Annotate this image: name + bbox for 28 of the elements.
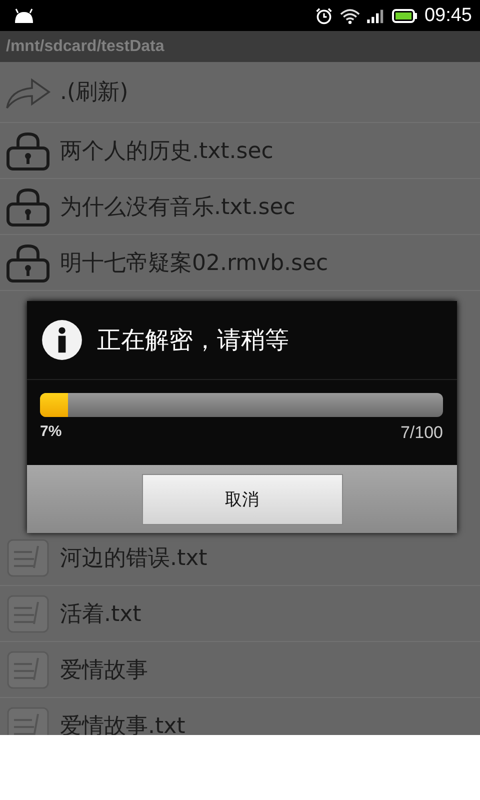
- lock-icon: [4, 130, 52, 170]
- folder-path: /mnt/sdcard/testData: [6, 38, 164, 56]
- battery-icon: [392, 8, 418, 24]
- file-row[interactable]: 河边的错误.txt: [0, 530, 480, 586]
- file-row[interactable]: 活着.txt: [0, 586, 480, 642]
- progress-count: 7/100: [400, 423, 443, 443]
- lock-icon: [4, 242, 52, 282]
- file-row[interactable]: 为什么没有音乐.txt.sec: [0, 179, 480, 235]
- file-name: 两个人的历史.txt.sec: [60, 138, 274, 166]
- file-name: 河边的错误.txt: [60, 544, 208, 572]
- file-row[interactable]: .(刷新): [0, 62, 480, 123]
- file-name: 活着.txt: [60, 600, 142, 628]
- file-row[interactable]: 明十七帝疑案02.rmvb.sec: [0, 235, 480, 291]
- file-name: .(刷新): [60, 79, 128, 107]
- alarm-icon: [314, 6, 334, 24]
- cancel-button[interactable]: 取消: [142, 474, 342, 524]
- android-icon: [12, 8, 36, 24]
- file-name: 爱情故事: [60, 656, 148, 684]
- lock-icon: [4, 186, 52, 226]
- clock-time: 09:45: [424, 4, 472, 26]
- file-name: 明十七帝疑案02.rmvb.sec: [60, 250, 328, 278]
- file-name: 为什么没有音乐.txt.sec: [60, 194, 296, 222]
- info-icon: [41, 319, 83, 361]
- file-row[interactable]: 爱情故事: [0, 642, 480, 698]
- wifi-icon: [340, 6, 360, 24]
- dialog-title: 正在解密，请稍等: [97, 325, 289, 356]
- progress-percent: 7%: [40, 423, 62, 442]
- file-row[interactable]: 两个人的历史.txt.sec: [0, 123, 480, 179]
